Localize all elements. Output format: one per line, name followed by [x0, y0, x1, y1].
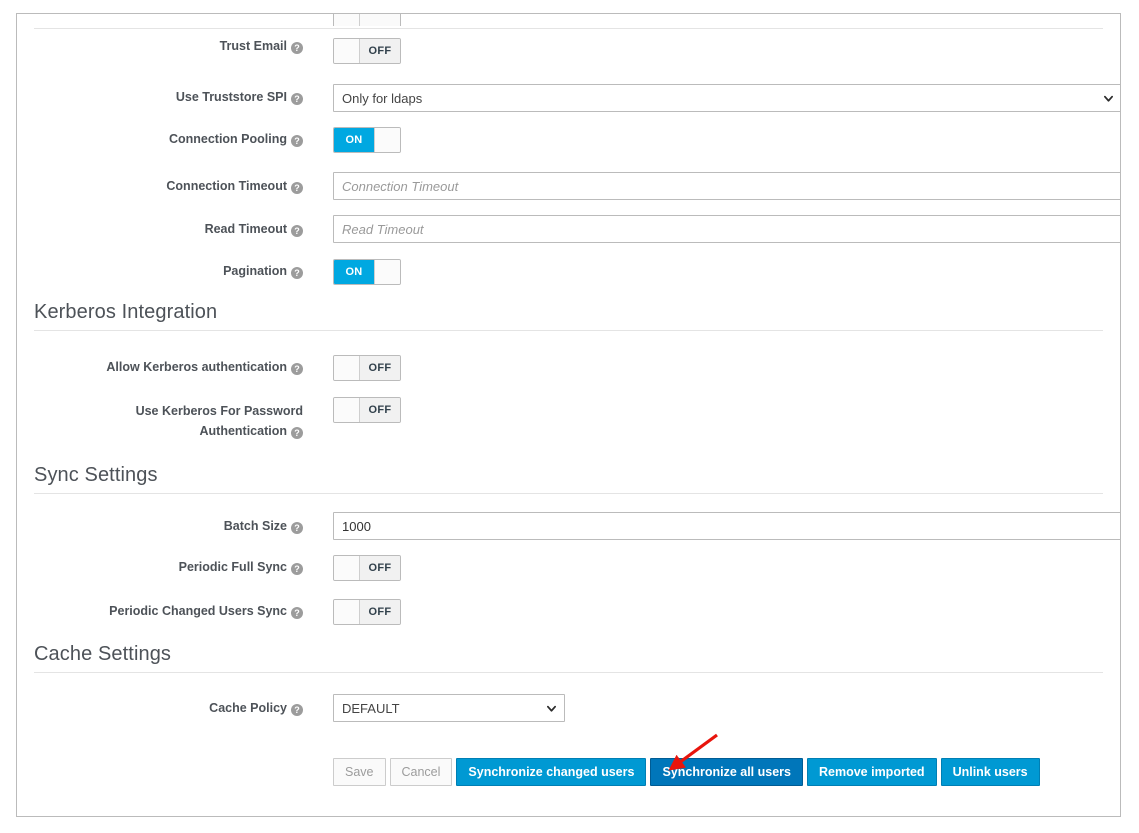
toggle-knob: [374, 260, 400, 284]
action-button-row: Save Cancel Synchronize changed users Sy…: [333, 758, 1040, 786]
toggle-off-label: OFF: [360, 356, 400, 380]
section-kerberos-integration: Kerberos Integration: [34, 299, 1103, 331]
label-allow-kerberos-authentication: Allow Kerberos authentication?: [16, 359, 303, 375]
toggle-use-kerberos-for-password-authentication[interactable]: OFF: [333, 397, 401, 423]
synchronize-changed-users-button[interactable]: Synchronize changed users: [456, 758, 646, 786]
control-use-truststore-spi: Only for ldaps: [333, 84, 1121, 112]
input-read-timeout[interactable]: [333, 215, 1121, 243]
section-cache-settings: Cache Settings: [34, 641, 1103, 673]
row-connection-pooling: Connection Pooling? ON: [17, 127, 1120, 157]
toggle-off-label: OFF: [360, 39, 400, 63]
row-use-kerberos-for-password-authentication: Use Kerberos For Password Authentication…: [17, 397, 1120, 445]
toggle-off-label: OFF: [360, 556, 400, 580]
control-read-timeout: [333, 215, 1121, 243]
control-connection-pooling: ON: [333, 127, 401, 158]
unlink-users-button[interactable]: Unlink users: [941, 758, 1040, 786]
control-pagination: ON: [333, 259, 401, 290]
section-heading-kerberos: Kerberos Integration: [34, 299, 1103, 325]
section-heading-cache: Cache Settings: [34, 641, 1103, 667]
toggle-on-label: ON: [334, 128, 374, 152]
label-pagination: Pagination?: [16, 263, 303, 279]
top-divider: [34, 28, 1103, 29]
control-use-kerberos-for-password-authentication: OFF: [333, 397, 401, 428]
page-root: Trust Email? OFF Use Truststore SPI?: [0, 0, 1139, 833]
label-periodic-changed-users-sync: Periodic Changed Users Sync?: [16, 603, 303, 619]
help-icon[interactable]: ?: [291, 182, 303, 194]
section-sync-settings: Sync Settings: [34, 462, 1103, 494]
select-wrap-cache-policy: DEFAULT: [333, 694, 565, 722]
toggle-pagination[interactable]: ON: [333, 259, 401, 285]
control-trust-email: OFF: [333, 38, 401, 69]
toggle-knob: [334, 556, 360, 580]
section-rule: [34, 330, 1103, 331]
label-batch-size: Batch Size?: [16, 518, 303, 534]
select-wrap-use-truststore-spi: Only for ldaps: [333, 84, 1121, 112]
help-icon[interactable]: ?: [291, 93, 303, 105]
help-icon[interactable]: ?: [291, 363, 303, 375]
toggle-knob: [334, 356, 360, 380]
ldap-settings-panel: Trust Email? OFF Use Truststore SPI?: [16, 13, 1121, 817]
cut-off-toggle-above: [333, 14, 401, 26]
help-icon[interactable]: ?: [291, 135, 303, 147]
control-connection-timeout: [333, 172, 1121, 200]
label-read-timeout: Read Timeout?: [16, 221, 303, 237]
section-rule: [34, 493, 1103, 494]
toggle-knob: [374, 128, 400, 152]
row-read-timeout: Read Timeout?: [17, 215, 1120, 245]
label-cache-policy: Cache Policy?: [16, 700, 303, 716]
toggle-trust-email[interactable]: OFF: [333, 38, 401, 64]
label-periodic-full-sync: Periodic Full Sync?: [16, 559, 303, 575]
synchronize-all-users-button[interactable]: Synchronize all users: [650, 758, 803, 786]
row-cache-policy: Cache Policy? DEFAULT: [17, 694, 1120, 724]
toggle-off-label: OFF: [360, 600, 400, 624]
control-cache-policy: DEFAULT: [333, 694, 565, 722]
label-trust-email: Trust Email?: [16, 38, 303, 54]
control-periodic-changed-users-sync: OFF: [333, 599, 401, 630]
input-connection-timeout[interactable]: [333, 172, 1121, 200]
help-icon[interactable]: ?: [291, 42, 303, 54]
row-connection-timeout: Connection Timeout?: [17, 172, 1120, 202]
row-periodic-full-sync: Periodic Full Sync? OFF: [17, 555, 1120, 585]
toggle-knob: [334, 600, 360, 624]
label-use-truststore-spi: Use Truststore SPI?: [16, 89, 303, 105]
toggle-knob: [334, 398, 360, 422]
toggle-connection-pooling[interactable]: ON: [333, 127, 401, 153]
select-use-truststore-spi[interactable]: Only for ldaps: [333, 84, 1121, 112]
help-icon[interactable]: ?: [291, 267, 303, 279]
help-icon[interactable]: ?: [291, 225, 303, 237]
row-periodic-changed-users-sync: Periodic Changed Users Sync? OFF: [17, 599, 1120, 629]
toggle-periodic-changed-users-sync[interactable]: OFF: [333, 599, 401, 625]
toggle-knob: [334, 39, 360, 63]
help-icon[interactable]: ?: [291, 607, 303, 619]
label-connection-pooling: Connection Pooling?: [16, 131, 303, 147]
help-icon[interactable]: ?: [291, 522, 303, 534]
label-connection-timeout: Connection Timeout?: [16, 178, 303, 194]
row-pagination: Pagination? ON: [17, 259, 1120, 289]
remove-imported-button[interactable]: Remove imported: [807, 758, 937, 786]
cut-off-toggle-knob: [334, 14, 360, 26]
save-button[interactable]: Save: [333, 758, 386, 786]
select-cache-policy[interactable]: DEFAULT: [333, 694, 565, 722]
row-allow-kerberos-authentication: Allow Kerberos authentication? OFF: [17, 355, 1120, 385]
control-batch-size: [333, 512, 1121, 540]
label-use-kerberos-for-password-authentication: Use Kerberos For Password Authentication…: [63, 401, 303, 441]
row-batch-size: Batch Size?: [17, 512, 1120, 542]
section-rule: [34, 672, 1103, 673]
row-trust-email: Trust Email? OFF: [17, 38, 1120, 68]
toggle-periodic-full-sync[interactable]: OFF: [333, 555, 401, 581]
toggle-allow-kerberos-authentication[interactable]: OFF: [333, 355, 401, 381]
control-allow-kerberos-authentication: OFF: [333, 355, 401, 386]
cancel-button[interactable]: Cancel: [390, 758, 453, 786]
toggle-on-label: ON: [334, 260, 374, 284]
input-batch-size[interactable]: [333, 512, 1121, 540]
control-periodic-full-sync: OFF: [333, 555, 401, 586]
section-heading-sync: Sync Settings: [34, 462, 1103, 488]
toggle-off-label: OFF: [360, 398, 400, 422]
help-icon[interactable]: ?: [291, 427, 303, 439]
help-icon[interactable]: ?: [291, 563, 303, 575]
row-use-truststore-spi: Use Truststore SPI? Only for ldaps: [17, 84, 1120, 114]
help-icon[interactable]: ?: [291, 704, 303, 716]
